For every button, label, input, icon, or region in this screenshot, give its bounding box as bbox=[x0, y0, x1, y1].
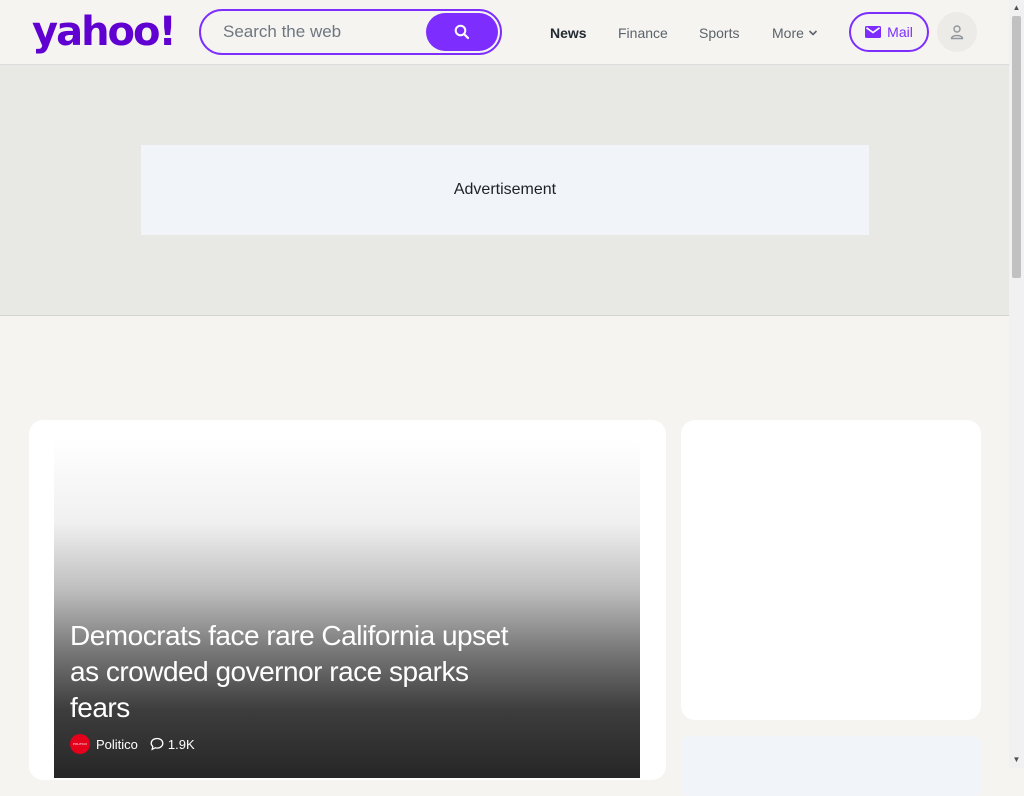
right-rail-card bbox=[681, 420, 981, 720]
comment-count: 1.9K bbox=[167, 736, 195, 752]
nav-finance[interactable]: Finance bbox=[618, 24, 668, 42]
search-icon bbox=[454, 24, 470, 40]
nav-sports[interactable]: Sports bbox=[699, 24, 739, 42]
comments-link[interactable]: 1.9K bbox=[150, 737, 195, 752]
hero-story[interactable]: Democrats face rare California upset as … bbox=[54, 438, 640, 778]
chevron-down-icon bbox=[808, 30, 817, 36]
nav-more-label: More bbox=[772, 25, 804, 41]
scroll-thumb[interactable] bbox=[1012, 16, 1021, 278]
ad-band: Advertisement bbox=[0, 65, 1009, 316]
comment-icon bbox=[150, 737, 164, 751]
politico-logo: POLITICO bbox=[70, 734, 90, 754]
scroll-down-arrow[interactable]: ▼ bbox=[1012, 755, 1021, 765]
search-button[interactable] bbox=[426, 13, 498, 51]
search-input[interactable] bbox=[221, 20, 421, 44]
mail-icon bbox=[865, 26, 882, 38]
site-header: yahoo! News Finance Sports More Mail bbox=[0, 0, 1009, 65]
hero-title[interactable]: Democrats face rare California upset as … bbox=[70, 618, 520, 726]
story-meta: POLITICO Politico 1.9K bbox=[70, 734, 195, 754]
scroll-up-arrow[interactable]: ▲ bbox=[1012, 3, 1021, 13]
story-source[interactable]: Politico bbox=[96, 737, 138, 752]
nav-more[interactable]: More bbox=[772, 24, 818, 42]
yahoo-logo[interactable]: yahoo! bbox=[32, 8, 177, 56]
ad-label: Advertisement bbox=[453, 181, 557, 198]
top-story-card: Democrats face rare California upset as … bbox=[29, 420, 666, 780]
page-scrollbar[interactable]: ▲ ▼ bbox=[1009, 0, 1024, 768]
user-icon bbox=[950, 25, 964, 40]
mail-button[interactable]: Mail bbox=[849, 12, 929, 52]
nav-news[interactable]: News bbox=[550, 24, 587, 42]
search-box bbox=[199, 9, 502, 55]
advertisement[interactable]: Advertisement bbox=[141, 145, 869, 235]
right-rail-card-secondary bbox=[681, 736, 981, 796]
profile-avatar[interactable] bbox=[937, 12, 977, 52]
mail-label: Mail bbox=[887, 24, 913, 40]
